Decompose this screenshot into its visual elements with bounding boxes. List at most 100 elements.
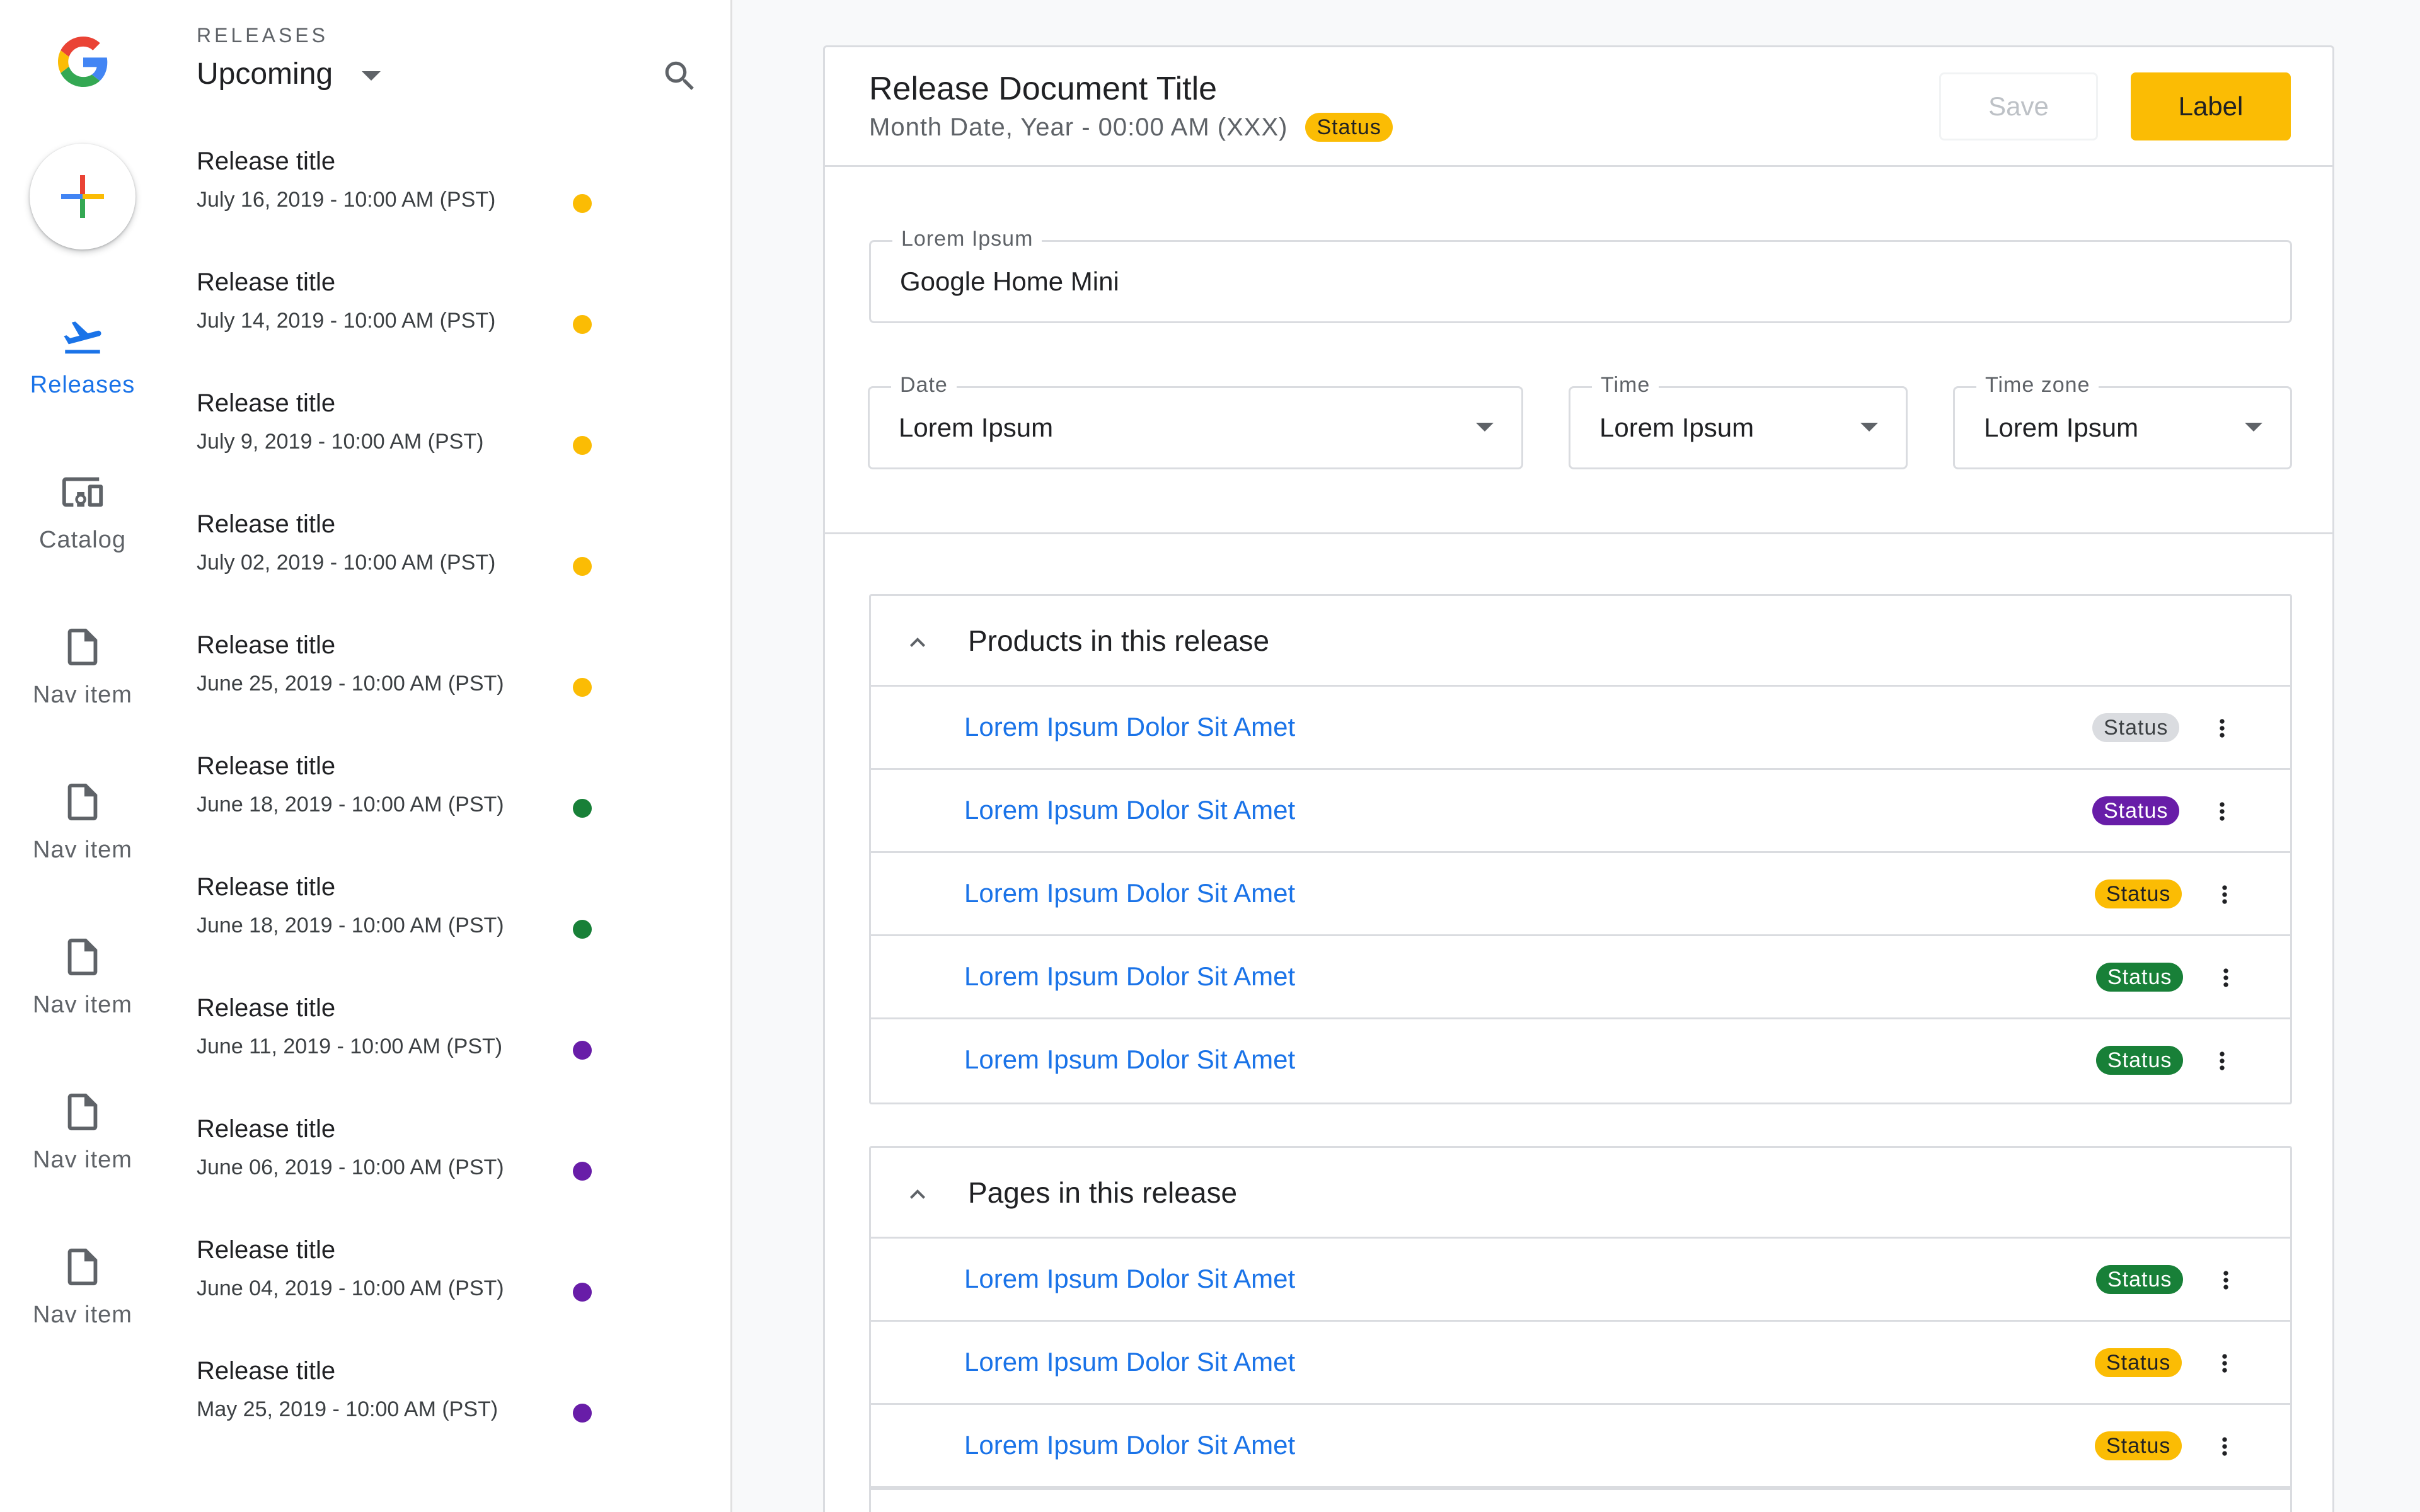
product-row: Lorem Ipsum Dolor Sit Amet Status xyxy=(871,936,2290,1019)
page-row xyxy=(871,1488,2290,1512)
release-list-item[interactable]: Release title May 25, 2019 - 10:00 AM (P… xyxy=(197,1357,713,1478)
devices-icon xyxy=(60,470,105,514)
product-link[interactable]: Lorem Ipsum Dolor Sit Amet xyxy=(964,712,1295,742)
product-link[interactable]: Lorem Ipsum Dolor Sit Amet xyxy=(964,878,1295,908)
name-field[interactable]: Lorem Ipsum Google Home Mini xyxy=(869,227,2292,323)
release-list-item[interactable]: Release title July 9, 2019 - 10:00 AM (P… xyxy=(197,389,713,510)
rail-label: Nav item xyxy=(33,1147,132,1173)
search-icon xyxy=(665,61,694,90)
divider xyxy=(825,532,2332,534)
release-list-item[interactable]: Release title June 04, 2019 - 10:00 AM (… xyxy=(197,1236,713,1357)
release-list-item[interactable]: Release title June 06, 2019 - 10:00 AM (… xyxy=(197,1115,713,1236)
status-badge: Status xyxy=(2096,1046,2184,1075)
release-filter-select[interactable]: Upcoming xyxy=(197,57,381,91)
chevron-up-icon xyxy=(910,638,925,647)
release-title: Release title xyxy=(197,1115,336,1143)
rail-item-nav-3[interactable]: Nav item xyxy=(0,935,165,1019)
rail-item-nav-2[interactable]: Nav item xyxy=(0,780,165,864)
primary-label-button[interactable]: Label xyxy=(2131,72,2291,140)
rail-item-catalog[interactable]: Catalog xyxy=(0,470,165,554)
release-list-item[interactable]: Release title June 11, 2019 - 10:00 AM (… xyxy=(197,994,713,1115)
release-title: Release title xyxy=(197,631,336,659)
release-document-card: Release Document Title Month Date, Year … xyxy=(823,45,2334,1512)
more-vert-icon[interactable] xyxy=(2206,874,2244,915)
save-button[interactable]: Save xyxy=(1939,72,2098,140)
release-date: July 14, 2019 - 10:00 AM (PST) xyxy=(197,309,496,333)
timezone-select[interactable]: Time zone Lorem Ipsum xyxy=(1953,373,2292,469)
field-value: Lorem Ipsum xyxy=(899,413,1054,442)
release-title: Release title xyxy=(197,389,336,417)
release-list-item[interactable]: Release title July 16, 2019 - 10:00 AM (… xyxy=(197,147,713,268)
more-vert-icon[interactable] xyxy=(2206,1426,2244,1467)
release-date: June 18, 2019 - 10:00 AM (PST) xyxy=(197,914,504,937)
release-title: Release title xyxy=(197,1236,336,1264)
status-badge: Status xyxy=(2096,1265,2184,1294)
section-label: RELEASES xyxy=(197,24,328,47)
release-date: June 11, 2019 - 10:00 AM (PST) xyxy=(197,1034,503,1058)
google-logo-icon xyxy=(58,37,108,87)
page-row: Lorem Ipsum Dolor Sit Amet Status xyxy=(871,1405,2290,1488)
release-list-item[interactable]: Release title June 18, 2019 - 10:00 AM (… xyxy=(197,873,713,994)
pages-panel-header[interactable]: Pages in this release xyxy=(871,1148,2290,1239)
release-list-item[interactable]: Release title July 02, 2019 - 10:00 AM (… xyxy=(197,510,713,631)
document-title: Release Document Title xyxy=(869,71,1218,107)
page-link[interactable]: Lorem Ipsum Dolor Sit Amet xyxy=(964,1430,1295,1460)
rail-item-nav-5[interactable]: Nav item xyxy=(0,1245,165,1329)
status-badge: Status xyxy=(2095,879,2182,908)
release-date: June 18, 2019 - 10:00 AM (PST) xyxy=(197,793,504,816)
rail-item-releases[interactable]: Releases xyxy=(0,315,165,399)
page-link[interactable]: Lorem Ipsum Dolor Sit Amet xyxy=(964,1264,1295,1294)
product-link[interactable]: Lorem Ipsum Dolor Sit Amet xyxy=(964,795,1295,825)
document-icon xyxy=(60,780,105,824)
rail-item-nav-4[interactable]: Nav item xyxy=(0,1090,165,1174)
more-vert-icon[interactable] xyxy=(2203,1041,2241,1081)
pages-panel: Pages in this release Lorem Ipsum Dolor … xyxy=(869,1146,2292,1512)
caret-down-icon xyxy=(1476,423,1494,432)
status-dot xyxy=(573,678,592,697)
status-dot xyxy=(573,1283,592,1302)
more-vert-icon[interactable] xyxy=(2206,1343,2244,1383)
page-link[interactable]: Lorem Ipsum Dolor Sit Amet xyxy=(964,1347,1295,1377)
rail-label: Nav item xyxy=(33,682,132,708)
status-badge: Status xyxy=(2092,796,2180,825)
release-list-item[interactable]: Release title July 14, 2019 - 10:00 AM (… xyxy=(197,268,713,389)
search-button[interactable] xyxy=(657,53,703,100)
status-dot xyxy=(573,799,592,818)
document-icon xyxy=(60,935,105,979)
panel-title: Products in this release xyxy=(968,624,1270,657)
release-date: July 02, 2019 - 10:00 AM (PST) xyxy=(197,551,496,575)
chevron-up-icon xyxy=(910,1189,925,1199)
release-list-item[interactable]: Release title June 18, 2019 - 10:00 AM (… xyxy=(197,752,713,873)
status-badge: Status xyxy=(2095,1431,2182,1460)
field-value: Google Home Mini xyxy=(900,266,1119,296)
plus-icon xyxy=(61,175,104,218)
date-select[interactable]: Date Lorem Ipsum xyxy=(868,373,1523,469)
products-panel-header[interactable]: Products in this release xyxy=(871,596,2290,687)
nav-rail: Releases Catalog Nav item Nav item Nav i… xyxy=(0,0,165,1512)
document-icon xyxy=(60,1245,105,1289)
release-date: June 04, 2019 - 10:00 AM (PST) xyxy=(197,1276,504,1300)
create-fab-button[interactable] xyxy=(30,144,135,249)
more-vert-icon[interactable] xyxy=(2203,791,2241,832)
release-title: Release title xyxy=(197,752,336,780)
flight-takeoff-icon xyxy=(60,315,105,359)
release-date: May 25, 2019 - 10:00 AM (PST) xyxy=(197,1397,498,1421)
status-dot xyxy=(573,1041,592,1060)
release-title: Release title xyxy=(197,510,336,538)
product-link[interactable]: Lorem Ipsum Dolor Sit Amet xyxy=(964,961,1295,992)
filter-value: Upcoming xyxy=(197,57,333,91)
panel-title: Pages in this release xyxy=(968,1176,1238,1209)
time-select[interactable]: Time Lorem Ipsum xyxy=(1569,373,1908,469)
rail-label: Nav item xyxy=(33,1302,132,1328)
field-value: Lorem Ipsum xyxy=(1599,413,1754,442)
status-dot xyxy=(573,436,592,455)
document-icon xyxy=(60,625,105,669)
release-list-item[interactable]: Release title June 25, 2019 - 10:00 AM (… xyxy=(197,631,713,752)
rail-label: Releases xyxy=(30,372,135,398)
more-vert-icon[interactable] xyxy=(2207,1260,2245,1300)
more-vert-icon[interactable] xyxy=(2207,958,2245,998)
more-vert-icon[interactable] xyxy=(2203,708,2241,748)
product-link[interactable]: Lorem Ipsum Dolor Sit Amet xyxy=(964,1045,1295,1075)
rail-item-nav-1[interactable]: Nav item xyxy=(0,625,165,709)
page-row: Lorem Ipsum Dolor Sit Amet Status xyxy=(871,1322,2290,1405)
